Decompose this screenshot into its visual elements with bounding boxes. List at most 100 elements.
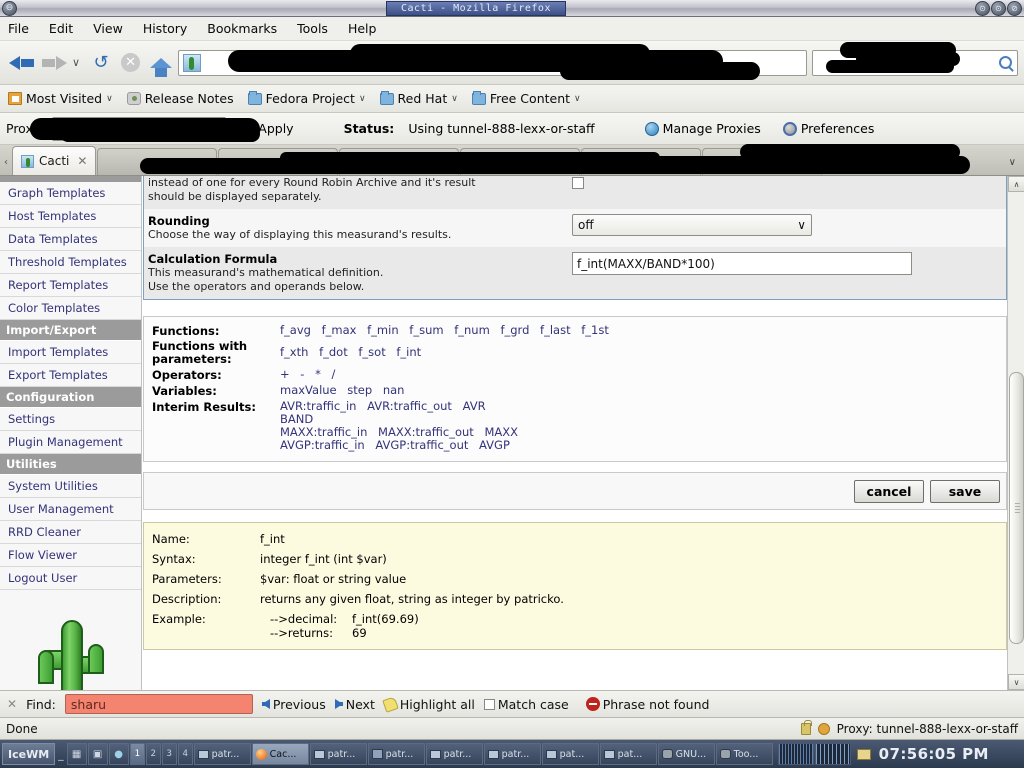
reload-icon[interactable]: ↺	[91, 52, 111, 73]
separate-results-checkbox[interactable]	[572, 177, 584, 189]
rounding-select[interactable]: off ∨	[572, 214, 812, 236]
page-scrollbar[interactable]: ∧ ∨	[1007, 176, 1024, 690]
forward-arrow-icon[interactable]	[41, 52, 67, 74]
workspace-1-button[interactable]: 1	[129, 743, 145, 765]
bookmark-free-content[interactable]: Free Content ∨	[471, 90, 581, 106]
taskbar-task-9[interactable]: Too...	[715, 743, 773, 765]
window-list-icon[interactable]: ▦	[66, 743, 87, 765]
interim-avr-traffic-out[interactable]: AVR:traffic_out	[367, 399, 452, 413]
taskbar-task-3[interactable]: patr...	[367, 743, 425, 765]
menu-item-edit[interactable]: Edit	[49, 21, 73, 36]
back-arrow-icon[interactable]	[9, 52, 35, 74]
window-minimize-button[interactable]: ⊙	[975, 0, 990, 16]
home-icon[interactable]	[150, 57, 173, 77]
sidebar-item-system-utilities[interactable]: System Utilities	[0, 475, 141, 498]
sidebar-item-export-templates[interactable]: Export Templates	[0, 364, 141, 387]
taskbar-task-1[interactable]: Cac...	[251, 743, 309, 765]
show-desktop-button[interactable]: _	[56, 748, 66, 761]
find-next-button[interactable]: Next	[334, 697, 375, 712]
menu-item-history[interactable]: History	[143, 21, 187, 36]
chevron-down-icon[interactable]: ∨	[72, 56, 80, 69]
sidebar-item-color-templates[interactable]: Color Templates	[0, 297, 141, 320]
fn-f-sot[interactable]: f_sot	[358, 345, 385, 359]
fn-f-last[interactable]: f_last	[540, 323, 571, 337]
sidebar-item-plugin-management[interactable]: Plugin Management	[0, 431, 141, 454]
fn-f-max[interactable]: f_max	[322, 323, 357, 337]
scroll-up-icon[interactable]: ∧	[1008, 176, 1024, 192]
interim-maxx[interactable]: MAXX	[484, 425, 518, 439]
tab-scroll-left-icon[interactable]: ‹	[0, 157, 12, 175]
bookmark-red-hat[interactable]: Red Hat ∨	[379, 90, 458, 106]
search-icon[interactable]	[999, 56, 1012, 69]
fn-f-num[interactable]: f_num	[454, 323, 490, 337]
sidebar-item-user-management[interactable]: User Management	[0, 498, 141, 521]
cancel-button[interactable]: cancel	[854, 479, 924, 503]
sidebar-item-host-templates[interactable]: Host Templates	[0, 205, 141, 228]
highlight-all-button[interactable]: Highlight all	[382, 695, 475, 713]
close-icon[interactable]: ✕	[7, 697, 17, 711]
fn-f-1st[interactable]: f_1st	[581, 323, 609, 337]
fn-f-grd[interactable]: f_grd	[500, 323, 529, 337]
calculation-formula-input[interactable]: f_int(MAXX/BAND*100)	[572, 252, 912, 275]
fn-f-min[interactable]: f_min	[367, 323, 399, 337]
interim-band[interactable]: BAND	[280, 412, 313, 426]
menu-item-view[interactable]: View	[93, 21, 123, 36]
sidebar-item-import-templates[interactable]: Import Templates	[0, 341, 141, 364]
tab-cacti[interactable]: Cacti ✕	[12, 146, 97, 175]
close-icon[interactable]: ✕	[77, 154, 87, 168]
interim-avgp-traffic-in[interactable]: AVGP:traffic_in	[280, 438, 365, 452]
menu-item-bookmarks[interactable]: Bookmarks	[207, 21, 277, 36]
bookmark-most-visited[interactable]: Most Visited ∨	[8, 91, 113, 106]
op-plus[interactable]: +	[280, 367, 290, 381]
sidebar-item-settings[interactable]: Settings	[0, 408, 141, 431]
find-previous-button[interactable]: Previous	[261, 697, 326, 712]
workspace-3-button[interactable]: 3	[161, 743, 177, 765]
menu-item-tools[interactable]: Tools	[297, 21, 328, 36]
sidebar-item-flow-viewer[interactable]: Flow Viewer	[0, 544, 141, 567]
preferences-button[interactable]: Preferences	[782, 121, 874, 136]
interim-avr-traffic-in[interactable]: AVR:traffic_in	[280, 399, 356, 413]
var-maxvalue[interactable]: maxValue	[280, 383, 337, 397]
fn-f-sum[interactable]: f_sum	[409, 323, 443, 337]
interim-maxx-traffic-in[interactable]: MAXX:traffic_in	[280, 425, 367, 439]
sidebar-item-data-templates[interactable]: Data Templates	[0, 228, 141, 251]
window-maximize-button[interactable]: ⊙	[991, 0, 1006, 16]
var-nan[interactable]: nan	[383, 383, 405, 397]
taskbar-task-7[interactable]: pat...	[599, 743, 657, 765]
bookmark-release-notes[interactable]: Release Notes	[126, 91, 234, 106]
save-button[interactable]: save	[930, 479, 1000, 503]
start-menu-button[interactable]: IceWM	[2, 743, 56, 765]
find-input[interactable]: sharu	[64, 694, 253, 714]
sidebar-item-threshold-templates[interactable]: Threshold Templates	[0, 251, 141, 274]
interim-avgp-traffic-out[interactable]: AVGP:traffic_out	[375, 438, 468, 452]
mail-icon[interactable]	[856, 748, 871, 760]
op-minus[interactable]: -	[300, 367, 304, 381]
window-close-button[interactable]: ⊘	[1007, 0, 1022, 16]
taskbar-task-6[interactable]: pat...	[541, 743, 599, 765]
op-divide[interactable]: /	[332, 367, 336, 381]
taskbar-task-8[interactable]: GNU...	[657, 743, 715, 765]
taskbar-task-5[interactable]: patr...	[483, 743, 541, 765]
list-all-tabs-icon[interactable]: ∨	[1009, 157, 1016, 175]
workspace-4-button[interactable]: 4	[177, 743, 193, 765]
fn-f-avg[interactable]: f_avg	[280, 323, 311, 337]
taskbar-task-0[interactable]: patr...	[193, 743, 251, 765]
sidebar-item-logout-user[interactable]: Logout User	[0, 567, 141, 590]
manage-proxies-button[interactable]: Manage Proxies	[644, 121, 761, 136]
menu-item-help[interactable]: Help	[348, 21, 377, 36]
interim-avgp[interactable]: AVGP	[479, 438, 510, 452]
taskbar-task-2[interactable]: patr...	[309, 743, 367, 765]
scroll-down-icon[interactable]: ∨	[1008, 674, 1024, 690]
app-launcher-icon[interactable]: ▣	[87, 743, 108, 765]
taskbar-task-4[interactable]: patr...	[425, 743, 483, 765]
scrollbar-thumb[interactable]	[1009, 372, 1024, 644]
fn-f-dot[interactable]: f_dot	[319, 345, 348, 359]
menu-item-file[interactable]: File	[8, 21, 29, 36]
workspace-2-button[interactable]: 2	[145, 743, 161, 765]
interim-maxx-traffic-out[interactable]: MAXX:traffic_out	[378, 425, 474, 439]
stop-icon[interactable]: ✕	[121, 53, 141, 72]
op-times[interactable]: *	[315, 367, 321, 381]
network-icon[interactable]: ●	[108, 743, 129, 765]
sidebar-item-graph-templates[interactable]: Graph Templates	[0, 182, 141, 205]
bookmark-fedora-project[interactable]: Fedora Project ∨	[247, 90, 366, 106]
